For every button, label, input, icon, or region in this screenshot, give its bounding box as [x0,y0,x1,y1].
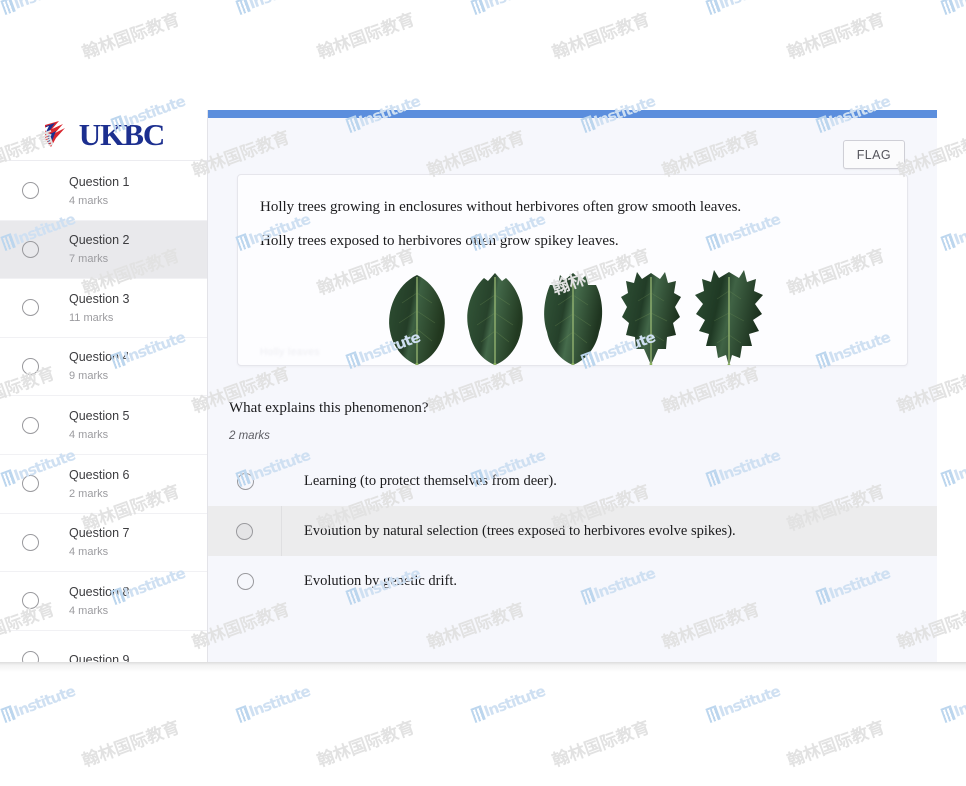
radio-cell[interactable] [208,506,282,556]
answer-option-3[interactable]: Evolution by genetic drift. [208,556,937,606]
ukbc-logo: UKBC [43,119,165,150]
stimulus-card: Holly trees growing in enclosures withou… [237,174,908,366]
radio-button-icon[interactable] [236,572,254,590]
empty-circle-icon [22,475,39,493]
empty-circle-icon [22,533,39,551]
flag-button[interactable]: FLAG [842,140,905,169]
logo-wordmark: UKBC [78,116,166,152]
exam-app-window: UKBC Question 1 4 marks Question 2 7 mar… [0,110,937,662]
sidebar-item-question-1[interactable]: Question 1 4 marks [0,162,207,221]
answer-options: Learning (to protect themselves from dee… [208,456,937,606]
watermark-chinese-text: 翰林国际教育 [79,717,183,772]
radio-button-icon[interactable] [236,522,253,540]
question-label: Question 1 [69,174,130,189]
brand-header: UKBC [0,110,207,161]
radio-cell[interactable] [208,556,282,606]
watermark-chinese-text: 翰林国际教育 [549,717,653,772]
question-label: Question 4 [69,350,130,365]
question-marks: 4 marks [69,604,109,617]
empty-circle-icon [22,240,39,258]
question-marks: 4 marks [69,194,109,207]
watermark-logo-text: Institute [705,682,782,725]
sidebar-item-question-7[interactable]: Question 7 4 marks [0,514,207,573]
accent-bar [208,110,937,118]
watermark-logo-text: Institute [940,446,966,489]
image-caption: Holly leaves [260,347,320,358]
empty-circle-icon [22,182,39,200]
empty-circle-icon [22,416,39,434]
union-flag-swoosh-icon [43,121,65,147]
question-marks: 9 marks [69,370,109,383]
watermark-logo-text: Institute [0,0,77,17]
radio-button-icon[interactable] [236,472,254,490]
question-marks-label: 2 marks [229,430,270,442]
answer-option-label: Evolution by natural selection (trees ex… [304,522,736,539]
holly-leaves-image [238,266,907,365]
question-pane: FLAG Holly trees growing in enclosures w… [208,110,937,662]
sidebar-item-question-8[interactable]: Question 8 4 marks [0,572,207,631]
empty-circle-icon [22,299,39,317]
sidebar-item-question-5[interactable]: Question 5 4 marks [0,396,207,455]
sidebar-item-question-2[interactable]: Question 2 7 marks [0,220,207,280]
watermark-logo-text: Institute [235,0,312,17]
leaf-many-spikes-icon [620,271,681,365]
watermark-logo-text: Institute [705,0,782,17]
question-list: Question 1 4 marks Question 2 7 marks Qu… [0,161,207,662]
watermark-chinese-text: 翰林国际教育 [549,9,653,64]
question-label: Question 5 [69,408,130,423]
empty-circle-icon [22,592,39,610]
leaf-smooth-icon [388,274,445,365]
watermark-logo-text: Institute [470,682,547,725]
question-marks: 4 marks [69,428,109,441]
answer-option-label: Evolution by genetic drift. [304,572,458,589]
watermark-chinese-text: 翰林国际教育 [314,9,418,64]
question-marks: 7 marks [69,253,109,266]
sidebar-item-question-4[interactable]: Question 4 9 marks [0,338,207,397]
question-marks: 2 marks [69,487,109,500]
answer-option-label: Learning (to protect themselves from dee… [304,472,557,489]
stimulus-line-1: Holly trees growing in enclosures withou… [260,199,742,215]
watermark-chinese-text: 翰林国际教育 [79,9,183,64]
pane-toolbar: FLAG [208,118,937,174]
watermark-logo-text: Institute [940,210,966,253]
question-label: Question 7 [69,526,130,541]
question-prompt: What explains this phenomenon? [229,400,429,416]
question-label: Question 2 [69,233,130,248]
question-label: Question 6 [69,467,130,482]
leaf-slight-spikes-icon [466,272,523,365]
empty-circle-icon [22,651,39,662]
answer-option-2[interactable]: Evolution by natural selection (trees ex… [208,506,937,556]
question-label: Question 8 [69,584,130,599]
question-block: What explains this phenomenon? 2 marks L… [208,400,937,606]
leaf-fully-spiky-icon [694,269,763,365]
empty-circle-icon [22,358,39,376]
stimulus-line-2: Holly trees exposed to herbivores often … [260,233,619,250]
question-navigator-sidebar: UKBC Question 1 4 marks Question 2 7 mar… [0,110,208,662]
watermark-chinese-text: 翰林国际教育 [784,9,888,64]
question-label: Question 3 [69,291,130,306]
watermark-chinese-text: 翰林国际教育 [784,717,888,772]
watermark-logo-text: Institute [235,682,312,725]
window-bottom-edge [0,662,966,672]
question-marks: 4 marks [69,546,109,559]
leaf-few-spikes-icon [543,272,602,365]
watermark-logo-text: Institute [470,0,547,17]
question-marks: 11 marks [69,311,114,324]
sidebar-item-question-3[interactable]: Question 3 11 marks [0,279,207,338]
watermark-logo-text: Institute [940,0,966,17]
sidebar-item-question-6[interactable]: Question 6 2 marks [0,455,207,514]
question-label: Question 9 [69,652,130,662]
answer-option-1[interactable]: Learning (to protect themselves from dee… [208,456,937,506]
watermark-logo-text: Institute [940,682,966,725]
sidebar-item-question-9[interactable]: Question 9 [0,631,207,662]
watermark-chinese-text: 翰林国际教育 [314,717,418,772]
watermark-logo-text: Institute [0,682,77,725]
radio-cell[interactable] [208,456,282,506]
